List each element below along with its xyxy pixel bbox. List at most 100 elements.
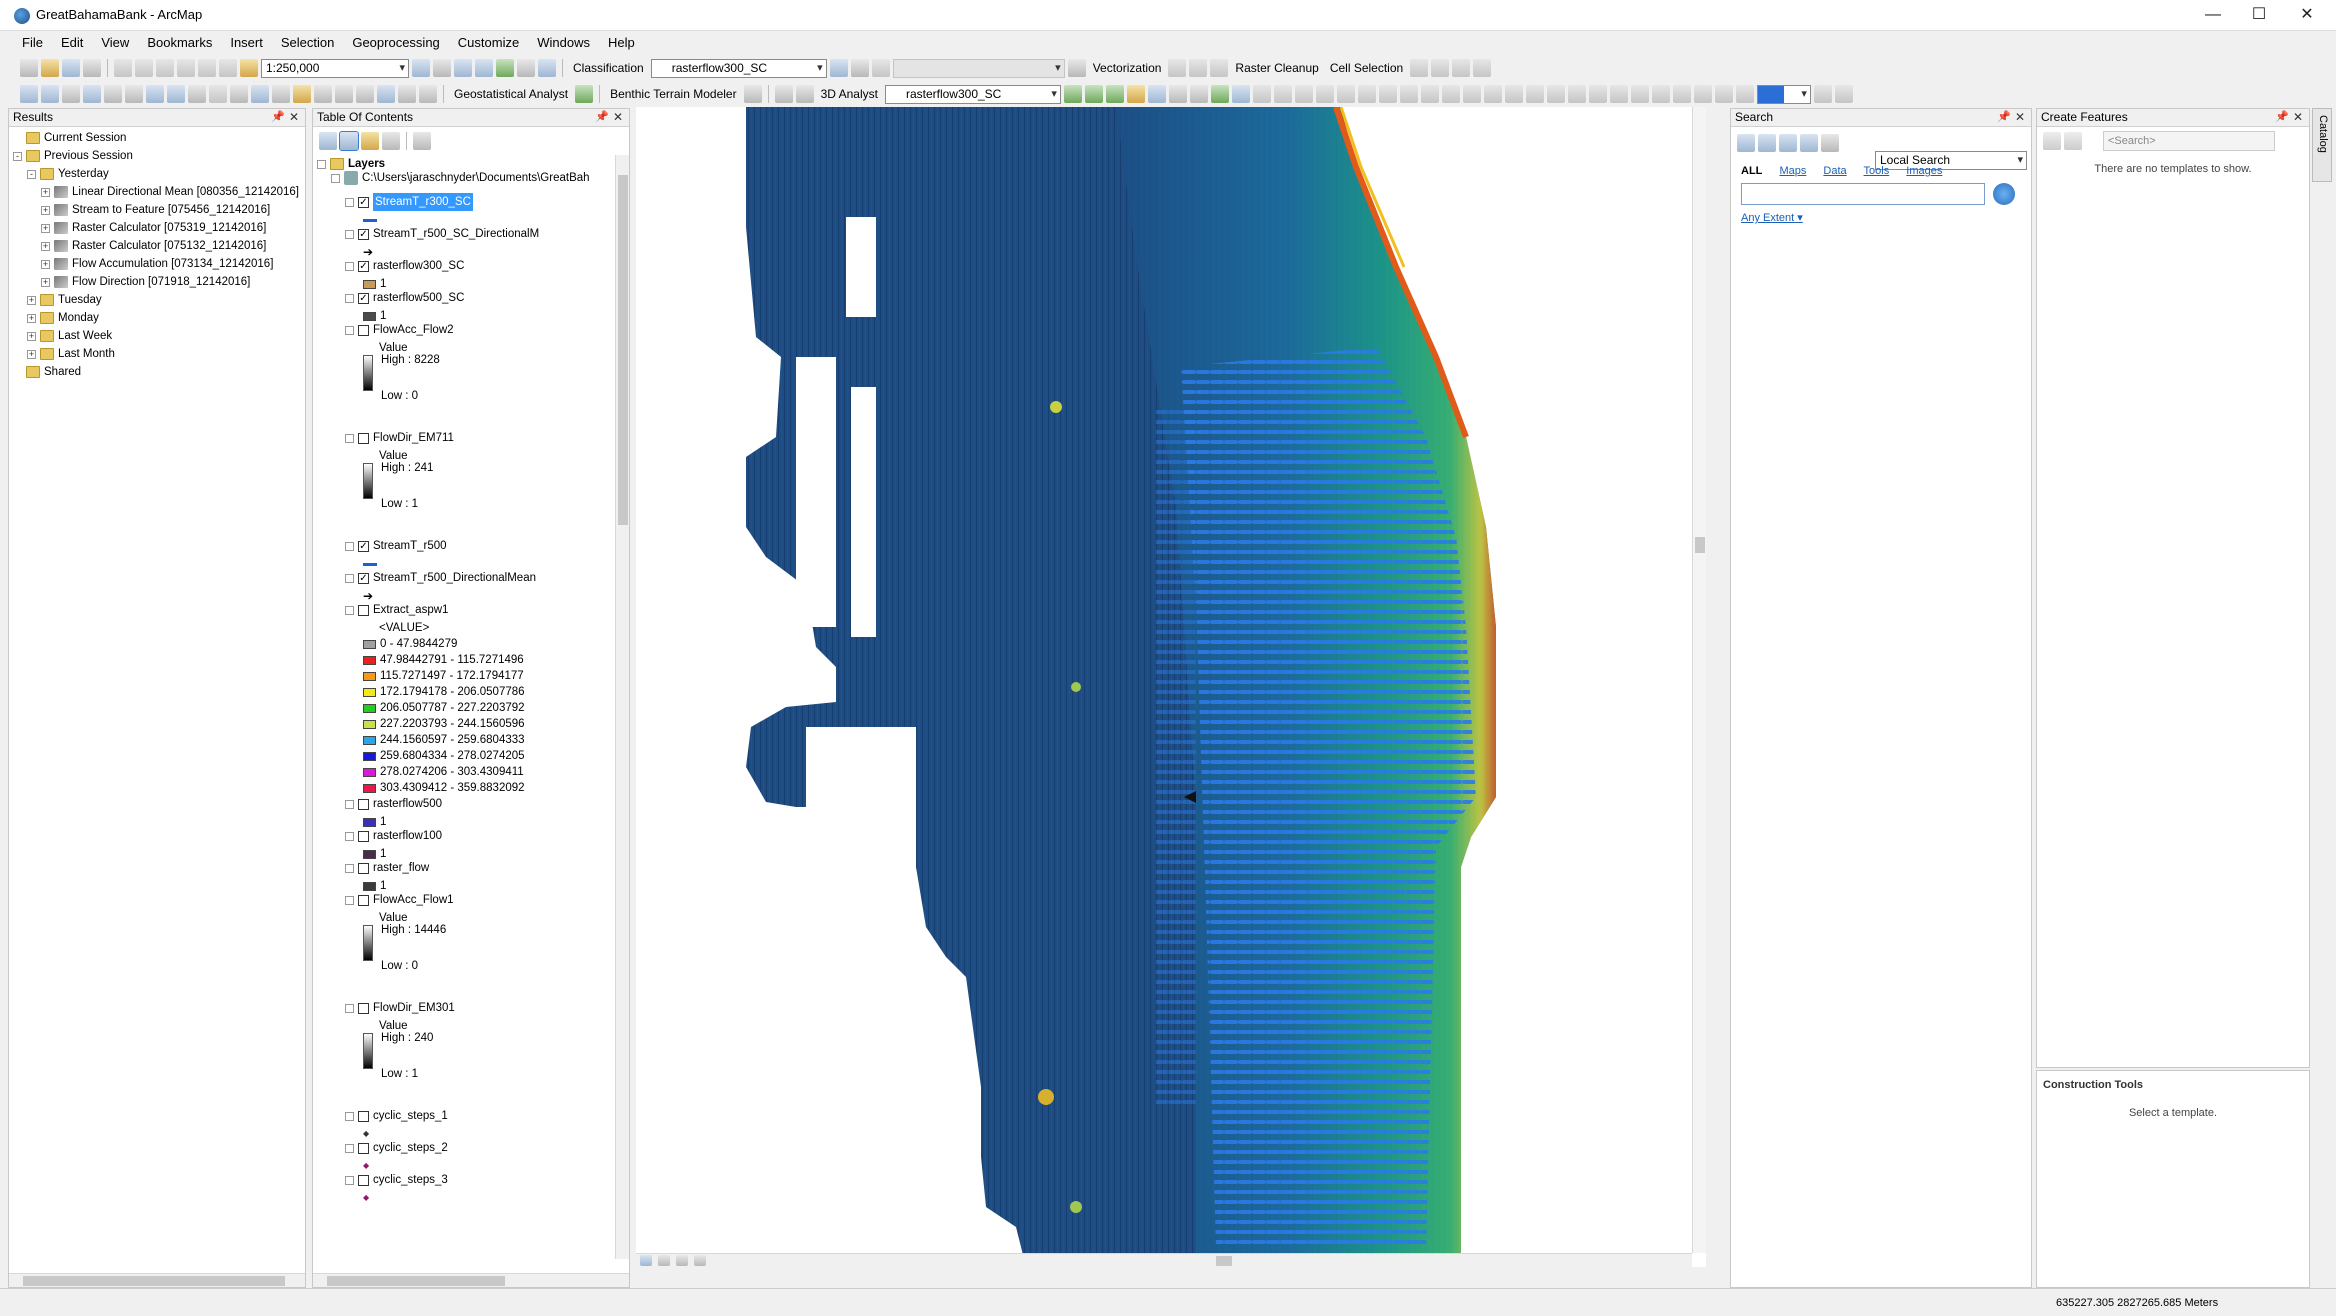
toc-layer[interactable]: ✓ StreamT_r500_DirectionalMean bbox=[345, 569, 536, 587]
forward-extent-icon[interactable] bbox=[167, 85, 185, 103]
expander-icon[interactable]: + bbox=[27, 313, 36, 323]
classification-layer-combo[interactable]: rasterflow300_SC bbox=[650, 58, 827, 78]
toc-layer[interactable]: Extract_aspw1 bbox=[345, 601, 448, 619]
delete-icon[interactable] bbox=[177, 59, 195, 77]
arcscene-icon[interactable] bbox=[1231, 85, 1250, 103]
select-elements-icon[interactable] bbox=[230, 85, 248, 103]
toc-layer[interactable]: ✓ rasterflow300_SC bbox=[345, 257, 464, 275]
undo-icon[interactable] bbox=[198, 59, 216, 77]
results-item[interactable]: Current Session bbox=[13, 129, 126, 147]
editing-tool-18-icon[interactable] bbox=[1609, 85, 1628, 103]
go-to-xy-icon[interactable] bbox=[356, 85, 374, 103]
copy-icon[interactable] bbox=[135, 59, 153, 77]
search-window-icon[interactable] bbox=[475, 59, 493, 77]
pin-icon[interactable]: 📌 bbox=[1997, 109, 2011, 126]
menu-selection[interactable]: Selection bbox=[273, 33, 342, 53]
scroll-thumb[interactable] bbox=[327, 1276, 505, 1286]
html-popup-icon[interactable] bbox=[293, 85, 311, 103]
refresh-icon[interactable] bbox=[676, 1255, 688, 1266]
layer-visibility-checkbox[interactable]: ✓ bbox=[358, 540, 369, 552]
expander-icon[interactable]: + bbox=[41, 205, 50, 215]
geostatistical-analyst-menu[interactable]: Geostatistical Analyst bbox=[450, 87, 572, 101]
editing-tool-21-icon[interactable] bbox=[1672, 85, 1691, 103]
layer-visibility-checkbox[interactable] bbox=[358, 1142, 369, 1154]
expander-icon[interactable]: + bbox=[27, 295, 36, 305]
expander-icon[interactable] bbox=[345, 1143, 354, 1153]
close-icon[interactable]: ✕ bbox=[613, 109, 623, 126]
expander-icon[interactable] bbox=[331, 173, 340, 183]
draw-polygon-icon[interactable] bbox=[850, 59, 869, 77]
expander-icon[interactable] bbox=[345, 1003, 354, 1013]
editing-tool-25-icon[interactable] bbox=[1813, 85, 1832, 103]
search-input[interactable] bbox=[1741, 183, 1985, 205]
expander-icon[interactable] bbox=[345, 1111, 354, 1121]
expander-icon[interactable] bbox=[345, 229, 354, 239]
expander-icon[interactable]: + bbox=[41, 241, 50, 251]
catalog-icon[interactable] bbox=[454, 59, 472, 77]
refresh-icon[interactable] bbox=[1800, 134, 1818, 152]
toc-layer[interactable]: ✓ StreamT_r300_SC bbox=[345, 193, 473, 211]
results-item[interactable]: + Stream to Feature [075456_12142016] bbox=[41, 201, 270, 219]
list-by-source-icon[interactable] bbox=[339, 131, 359, 151]
editing-tool-4-icon[interactable] bbox=[1315, 85, 1334, 103]
layer-visibility-checkbox[interactable]: ✓ bbox=[358, 572, 369, 584]
search-tab-images[interactable]: Images bbox=[1906, 165, 1942, 177]
editing-tool-19-icon[interactable] bbox=[1630, 85, 1649, 103]
arctoolbox-icon[interactable] bbox=[496, 59, 514, 77]
back-extent-icon[interactable] bbox=[146, 85, 164, 103]
editing-tool-10-icon[interactable] bbox=[1441, 85, 1460, 103]
toc-layer[interactable]: FlowAcc_Flow1 bbox=[345, 891, 454, 909]
expander-icon[interactable] bbox=[345, 541, 354, 551]
layout-view-icon[interactable] bbox=[658, 1255, 670, 1266]
layer-visibility-checkbox[interactable] bbox=[358, 1002, 369, 1014]
toc-layer[interactable]: FlowDir_EM711 bbox=[345, 429, 454, 447]
toc-layer[interactable]: cyclic_steps_2 bbox=[345, 1139, 448, 1157]
vectorization-settings-icon[interactable] bbox=[1067, 59, 1086, 77]
cell-select-2-icon[interactable] bbox=[1431, 59, 1450, 77]
results-hscroll[interactable] bbox=[9, 1273, 305, 1287]
3d-analyst-menu[interactable]: 3D Analyst bbox=[817, 87, 882, 101]
toc-data-source[interactable]: C:\Users\jaraschnyder\Documents\GreatBah bbox=[331, 169, 590, 187]
results-item[interactable]: Shared bbox=[13, 363, 81, 381]
forward-icon[interactable] bbox=[1758, 134, 1776, 152]
pause-drawing-icon[interactable] bbox=[694, 1255, 706, 1266]
layer-visibility-checkbox[interactable]: ✓ bbox=[358, 196, 369, 208]
layer-visibility-checkbox[interactable] bbox=[358, 432, 369, 444]
editing-tool-14-icon[interactable] bbox=[1525, 85, 1544, 103]
toc-layer[interactable]: FlowAcc_Flow2 bbox=[345, 321, 454, 339]
toc-layer[interactable]: FlowDir_EM301 bbox=[345, 999, 455, 1017]
editing-tool-24-icon[interactable] bbox=[1735, 85, 1754, 103]
editing-tool-26-icon[interactable] bbox=[1834, 85, 1853, 103]
vectorization-menu[interactable]: Vectorization bbox=[1089, 61, 1166, 75]
scroll-thumb[interactable] bbox=[23, 1276, 285, 1286]
editing-tool-12-icon[interactable] bbox=[1483, 85, 1502, 103]
identify-icon[interactable] bbox=[251, 85, 269, 103]
full-extent-icon[interactable] bbox=[83, 85, 101, 103]
results-item[interactable]: + Flow Direction [071918_12142016] bbox=[41, 273, 250, 291]
pin-icon[interactable]: 📌 bbox=[595, 109, 609, 126]
layer-visibility-checkbox[interactable] bbox=[358, 862, 369, 874]
expander-icon[interactable]: - bbox=[27, 169, 36, 179]
cell-select-3-icon[interactable] bbox=[1452, 59, 1471, 77]
clear-selection-icon[interactable] bbox=[209, 85, 227, 103]
results-item[interactable]: + Last Week bbox=[27, 327, 112, 345]
pan-icon[interactable] bbox=[62, 85, 80, 103]
geostatistical-wizard-icon[interactable] bbox=[575, 85, 594, 103]
editing-tool-11-icon[interactable] bbox=[1462, 85, 1481, 103]
expander-icon[interactable] bbox=[345, 831, 354, 841]
color-combo[interactable] bbox=[1756, 84, 1811, 104]
pointer-icon[interactable] bbox=[871, 59, 890, 77]
maximize-button[interactable]: ☐ bbox=[2236, 0, 2282, 31]
expander-icon[interactable] bbox=[345, 433, 354, 443]
modelbuilder-icon[interactable] bbox=[538, 59, 556, 77]
expander-icon[interactable] bbox=[345, 799, 354, 809]
template-search-input[interactable]: <Search> bbox=[2103, 131, 2275, 151]
redo-icon[interactable] bbox=[219, 59, 237, 77]
list-by-selection-icon[interactable] bbox=[382, 132, 400, 150]
search-options-icon[interactable] bbox=[1821, 134, 1839, 152]
steepest-path-icon[interactable] bbox=[1084, 85, 1103, 103]
close-icon[interactable]: ✕ bbox=[289, 109, 299, 126]
list-by-visibility-icon[interactable] bbox=[361, 132, 379, 150]
close-icon[interactable]: ✕ bbox=[2015, 109, 2025, 126]
bathymetry-icon[interactable] bbox=[743, 85, 762, 103]
